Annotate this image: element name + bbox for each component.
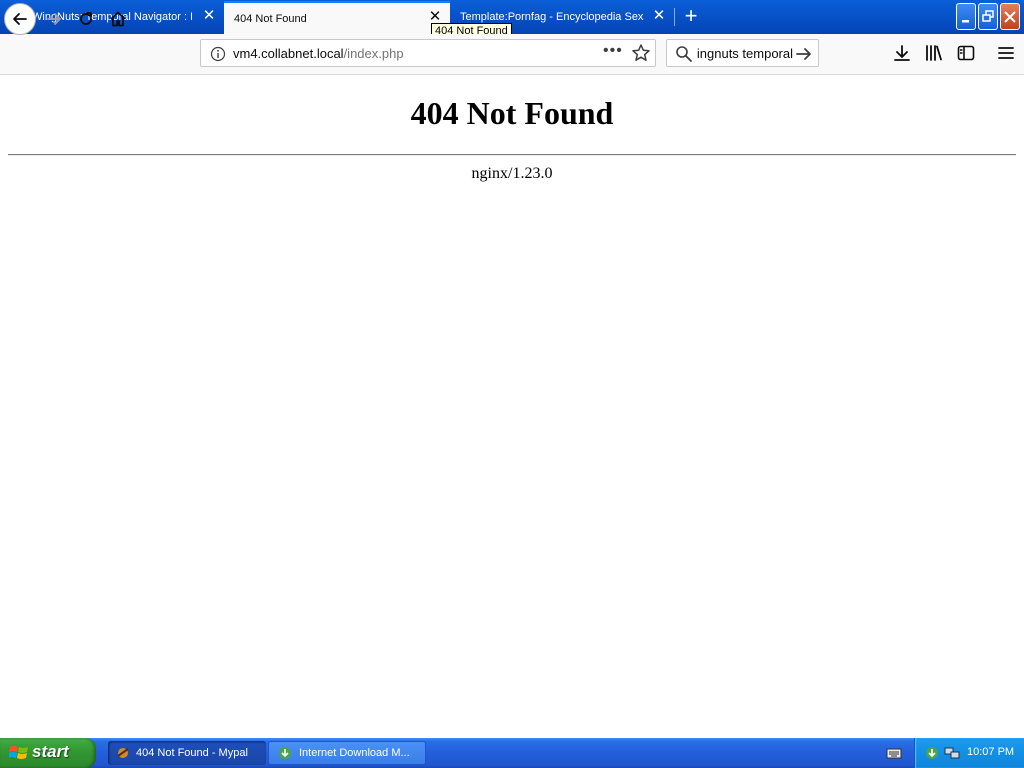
sidebar-icon[interactable] <box>956 43 976 63</box>
idm-icon <box>279 747 291 759</box>
search-input[interactable]: wingnuts temporal <box>697 46 793 61</box>
page-title: 404 Not Found <box>410 95 614 131</box>
taskbar: start 404 Not Found - Mypal Internet Dow… <box>0 738 1024 768</box>
close-tab-icon[interactable]: ✕ <box>202 8 216 23</box>
back-button[interactable] <box>4 3 36 35</box>
close-tab-icon[interactable]: ✕ <box>652 8 666 23</box>
page-content: 404 Not Found nginx/1.23.0 <box>0 75 1024 738</box>
hamburger-menu-icon[interactable] <box>996 43 1016 63</box>
search-bar[interactable]: wingnuts temporal <box>666 39 819 67</box>
task-label: Internet Download M... <box>299 747 410 759</box>
taskbar-item-mypal[interactable]: 404 Not Found - Mypal <box>108 741 266 765</box>
url-path: /index.php <box>343 46 404 61</box>
tab-title: 404 Not Found <box>234 12 307 25</box>
tab-separator <box>674 8 675 26</box>
mypal-browser-icon <box>117 748 129 758</box>
url-bar[interactable]: vm4.collabnet.local/index.php ••• <box>200 39 656 67</box>
tab-title: Template:Pornfag - Encyclopedia Sexa <box>460 11 644 23</box>
minimize-button[interactable] <box>956 3 976 30</box>
system-tray: 10:07 PM <box>914 738 1024 768</box>
close-window-button[interactable] <box>1000 3 1020 30</box>
download-icon[interactable] <box>892 43 912 63</box>
clock[interactable]: 10:07 PM <box>967 746 1014 758</box>
arrow-right-icon <box>47 13 61 25</box>
page-actions-icon[interactable]: ••• <box>603 42 623 60</box>
home-icon <box>110 11 126 27</box>
server-signature: nginx/1.23.0 <box>471 165 553 182</box>
search-icon <box>676 46 692 62</box>
network-tray-icon[interactable] <box>943 745 961 761</box>
task-label: 404 Not Found - Mypal <box>136 747 248 759</box>
restore-icon <box>982 10 994 22</box>
home-button[interactable] <box>103 4 133 34</box>
arrow-left-icon <box>13 13 27 25</box>
info-icon[interactable] <box>210 46 226 62</box>
bookmark-star-icon[interactable] <box>631 43 651 63</box>
forward-button[interactable] <box>39 4 69 34</box>
tab-strip: WingNuts: Temporal Navigator : F ✕ 404 N… <box>0 0 1024 34</box>
library-icon[interactable] <box>924 43 944 63</box>
url-host: vm4.collabnet.local <box>233 46 344 61</box>
reload-icon <box>80 12 92 25</box>
tab-404-not-found[interactable]: 404 Not Found ✕ <box>224 1 450 34</box>
windows-logo-icon <box>9 746 28 759</box>
reload-button[interactable] <box>71 4 101 34</box>
horizontal-rule <box>8 154 1016 156</box>
start-button[interactable]: start <box>0 738 96 768</box>
minimize-icon <box>962 20 969 23</box>
url-text[interactable]: vm4.collabnet.local/index.php <box>233 46 404 61</box>
search-go-arrow-icon[interactable] <box>794 44 814 64</box>
keyboard-icon[interactable] <box>886 746 902 760</box>
taskbar-item-internet-download-manager[interactable]: Internet Download M... <box>268 741 426 765</box>
start-label: start <box>32 742 69 761</box>
idm-tray-icon[interactable] <box>923 745 941 761</box>
new-tab-icon[interactable]: + <box>680 5 702 27</box>
close-icon <box>1004 11 1016 23</box>
restore-button[interactable] <box>978 3 998 30</box>
close-tab-icon[interactable]: ✕ <box>428 9 442 24</box>
